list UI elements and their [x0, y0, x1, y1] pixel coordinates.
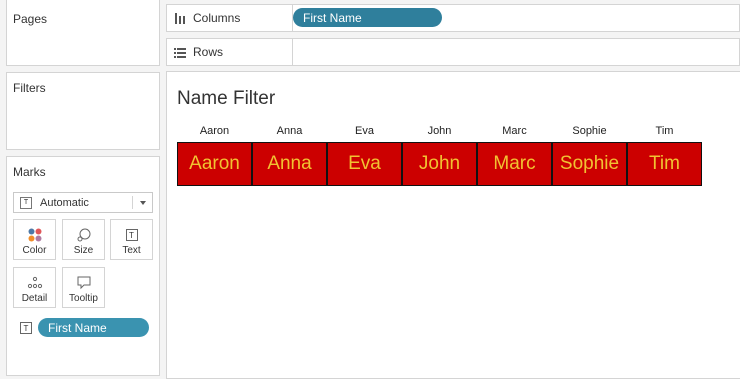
pages-shelf[interactable]: Pages [6, 0, 160, 66]
column-header-john[interactable]: John [402, 125, 477, 137]
mark-cell-eva[interactable]: Eva [327, 142, 402, 186]
column-header-aaron[interactable]: Aaron [177, 125, 252, 137]
color-button[interactable]: Color [13, 219, 56, 260]
text-button[interactable]: T Text [110, 219, 153, 260]
sheet-title: Name Filter [177, 88, 276, 109]
columns-label: Columns [193, 11, 241, 25]
tooltip-icon [63, 275, 104, 291]
mark-cell-john[interactable]: John [402, 142, 477, 186]
detail-button[interactable]: Detail [13, 267, 56, 308]
columns-icon [173, 12, 187, 24]
column-header-anna[interactable]: Anna [252, 125, 327, 137]
column-header-sophie[interactable]: Sophie [552, 125, 627, 137]
mark-cell-tim[interactable]: Tim [627, 142, 702, 186]
columns-shelf-label: Columns [167, 5, 293, 31]
tooltip-label: Tooltip [69, 293, 98, 304]
mark-type-value: Automatic [40, 196, 89, 209]
column-header-eva[interactable]: Eva [327, 125, 402, 137]
filters-shelf[interactable]: Filters [6, 72, 160, 150]
size-label: Size [73, 245, 94, 256]
first-name-mark-pill[interactable]: First Name [38, 318, 149, 337]
columns-shelf[interactable]: Columns First Name [166, 4, 740, 32]
text-mark-icon: T [20, 196, 32, 209]
dropdown-divider [132, 196, 133, 209]
rows-icon [173, 47, 187, 58]
rows-label: Rows [193, 45, 224, 59]
mark-type-dropdown[interactable]: T Automatic [13, 192, 153, 213]
chevron-down-icon [140, 201, 146, 205]
column-header-tim[interactable]: Tim [627, 125, 702, 137]
detail-label: Detail [21, 293, 48, 304]
text-icon: T [111, 227, 152, 243]
marks-card: Marks [6, 156, 160, 376]
mark-cell-aaron[interactable]: Aaron [177, 142, 252, 186]
mark-cell-anna[interactable]: Anna [252, 142, 327, 186]
text-label: Text [122, 245, 141, 256]
size-icon [63, 227, 104, 243]
worksheet-view: Name Filter Aaron Anna Eva John Marc Sop… [166, 71, 740, 379]
mark-cell-sophie[interactable]: Sophie [552, 142, 627, 186]
color-icon [14, 227, 55, 243]
rows-shelf[interactable]: Rows [166, 38, 740, 66]
tooltip-button[interactable]: Tooltip [62, 267, 105, 308]
column-header-marc[interactable]: Marc [477, 125, 552, 137]
pages-title: Pages [13, 12, 48, 26]
size-button[interactable]: Size [62, 219, 105, 260]
detail-icon [14, 275, 55, 291]
marks-title: Marks [13, 165, 46, 179]
rows-shelf-label: Rows [167, 39, 293, 65]
text-encoding-icon: T [20, 322, 32, 334]
first-name-column-pill[interactable]: First Name [293, 8, 442, 27]
filters-title: Filters [13, 81, 46, 95]
mark-cell-marc[interactable]: Marc [477, 142, 552, 186]
color-label: Color [22, 245, 47, 256]
